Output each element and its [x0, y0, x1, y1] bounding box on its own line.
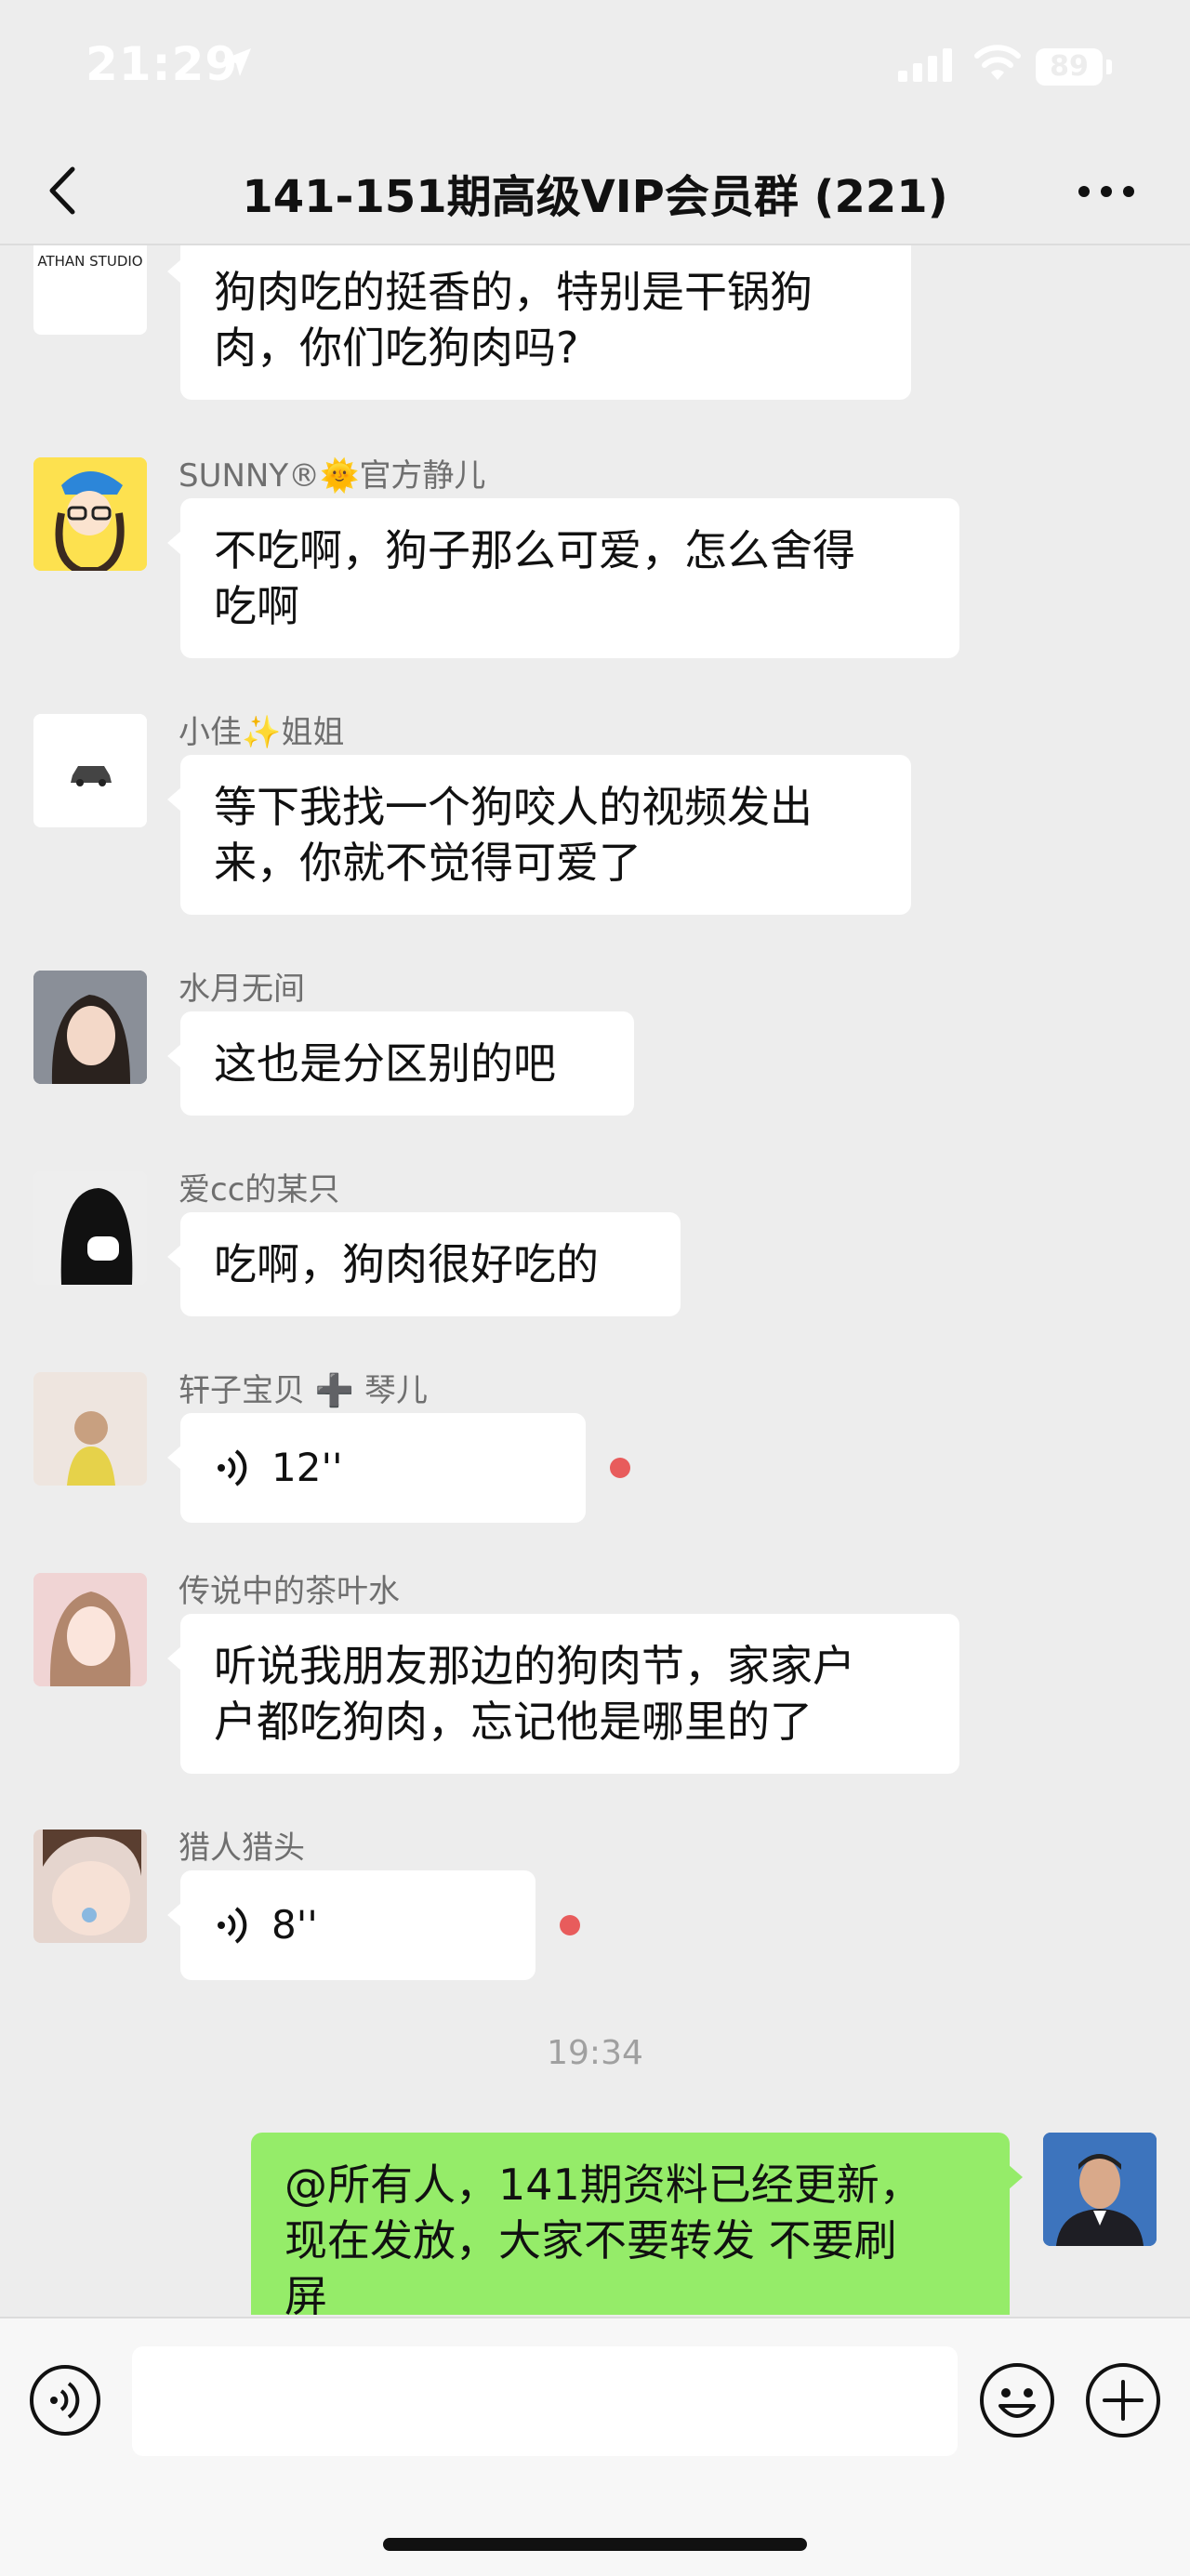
- voice-message-bubble[interactable]: 8'': [167, 1870, 536, 1980]
- man-portrait-avatar-image: [1043, 2133, 1157, 2246]
- unread-dot: [560, 1915, 580, 1935]
- message-bubble[interactable]: 这也是分区别的吧: [167, 1011, 634, 1116]
- avatar-shuiyue[interactable]: [33, 971, 147, 1084]
- message-line: 不吃啊，狗子那么可爱，怎么舍得: [214, 525, 855, 575]
- message-line: 户都吃狗肉，忘记他是哪里的了: [214, 1697, 813, 1747]
- car-avatar-image: [33, 714, 147, 827]
- message-bubble[interactable]: 吃啊，狗肉很好吃的: [167, 1212, 681, 1316]
- avatar-lieren[interactable]: [33, 1830, 147, 1943]
- avatar-xuanzi[interactable]: [33, 1372, 147, 1486]
- status-time: 21:29: [86, 37, 239, 91]
- battery-indicator: 89: [1036, 48, 1103, 86]
- add-more-plus-icon[interactable]: [1084, 2361, 1162, 2439]
- battery-tip: [1106, 59, 1112, 74]
- message-line: @所有人，141期资料已经更新，: [284, 2160, 922, 2210]
- message-line: 肉，你们吃狗肉吗?: [214, 323, 579, 373]
- my-message-bubble[interactable]: @所有人，141期资料已经更新， 现在发放，大家不要转发 不要刷 屏: [251, 2133, 1023, 2315]
- chat-title: 141-151期高级VIP会员群 (221): [242, 171, 948, 223]
- voice-duration: 8'': [271, 1902, 318, 1948]
- sender-name: 传说中的茶叶水: [178, 1573, 400, 1610]
- sender-name: 轩子宝贝 ➕ 琴儿: [178, 1372, 428, 1409]
- avatar-logo-text: ATHAN STUDIO: [37, 253, 143, 270]
- voice-wave-icon: [218, 1907, 247, 1944]
- child-photo-avatar-image: [33, 1372, 147, 1486]
- avatar-athan-studio[interactable]: ATHAN STUDIO: [33, 245, 147, 335]
- avatar-sunny[interactable]: [33, 457, 147, 571]
- message-bubble[interactable]: 等下我找一个狗咬人的视频发出 来，你就不觉得可爱了: [167, 755, 911, 915]
- girl-photo-avatar-image: [33, 971, 147, 1084]
- cellular-signal-icon: [898, 48, 952, 82]
- emoji-icon[interactable]: [978, 2361, 1056, 2439]
- sender-name: 小佳✨姐姐: [178, 714, 345, 751]
- message-line: 这也是分区别的吧: [214, 1038, 556, 1089]
- voice-duration: 12'': [271, 1445, 343, 1490]
- message-line: 听说我朋友那边的狗肉节，家家户: [214, 1641, 855, 1691]
- avatar-ai-cc[interactable]: [33, 1171, 147, 1285]
- avatar-self[interactable]: [1043, 2133, 1157, 2246]
- input-bar: [0, 2317, 1190, 2576]
- message-bubble[interactable]: 狗肉吃的挺香的，特别是干锅狗 肉，你们吃狗肉吗?: [167, 245, 911, 400]
- message-input[interactable]: [132, 2346, 958, 2456]
- baby-photo-avatar-image: [33, 1830, 147, 1943]
- more-options-icon[interactable]: [1069, 164, 1144, 219]
- message-line: 吃啊: [214, 581, 299, 631]
- message-bubble[interactable]: 不吃啊，狗子那么可爱，怎么舍得 吃啊: [167, 498, 959, 658]
- wifi-icon: [974, 45, 1021, 80]
- message-list[interactable]: ATHAN STUDIO 狗肉吃的挺香的，特别是干锅狗 肉，你们吃狗肉吗? SU…: [0, 245, 1190, 2315]
- sender-name: SUNNY®🌞官方静儿: [178, 457, 486, 495]
- unread-dot: [610, 1458, 630, 1478]
- message-bubble[interactable]: 听说我朋友那边的狗肉节，家家户 户都吃狗肉，忘记他是哪里的了: [167, 1614, 959, 1774]
- sender-name: 猎人猎头: [178, 1830, 305, 1867]
- sender-name: 爱cc的某只: [178, 1171, 340, 1209]
- message-line: 屏: [284, 2271, 327, 2315]
- voice-wave-icon: [218, 1449, 247, 1486]
- avatar-chuanshuo[interactable]: [33, 1573, 147, 1686]
- voice-message-bubble[interactable]: 12'': [167, 1413, 586, 1523]
- status-bar: 21:29 89: [0, 0, 1190, 139]
- avatar-xiaojia[interactable]: [33, 714, 147, 827]
- chat-timestamp: 19:34: [547, 2034, 643, 2072]
- home-indicator[interactable]: [383, 2538, 807, 2551]
- sender-name: 水月无间: [178, 971, 305, 1008]
- cartoon-girl-avatar-image: [33, 457, 147, 571]
- voice-input-toggle-icon[interactable]: [28, 2363, 102, 2437]
- message-line: 现在发放，大家不要转发 不要刷: [284, 2215, 897, 2266]
- masked-person-avatar-image: [33, 1171, 147, 1285]
- battery-level: 89: [1050, 50, 1089, 83]
- back-arrow-icon[interactable]: [35, 158, 100, 223]
- location-arrow-icon: [223, 48, 251, 76]
- message-line: 狗肉吃的挺香的，特别是干锅狗: [214, 267, 813, 317]
- message-line: 等下我找一个狗咬人的视频发出: [214, 782, 813, 832]
- girl-selfie-avatar-image: [33, 1573, 147, 1686]
- message-line: 来，你就不觉得可爱了: [214, 838, 641, 888]
- message-line: 吃啊，狗肉很好吃的: [214, 1239, 599, 1289]
- chat-header: 141-151期高级VIP会员群 (221): [0, 139, 1190, 245]
